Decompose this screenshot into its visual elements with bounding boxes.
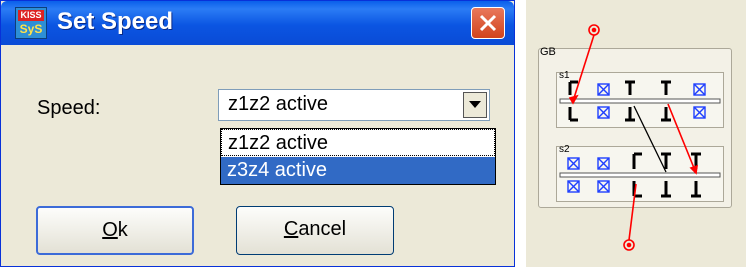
speed-select[interactable]: z1z2 active: [218, 89, 490, 121]
speed-label: Speed:: [37, 97, 101, 119]
dialog-title: Set Speed: [57, 8, 174, 35]
set-speed-dialog: KISS SyS Set Speed Speed: z1z2 active z1…: [0, 0, 515, 267]
app-icon-bottom-text: SyS: [19, 22, 43, 36]
ok-button[interactable]: Ok: [36, 206, 194, 255]
close-button[interactable]: [471, 7, 505, 39]
speed-dropdown-list: z1z2 active z3z4 active: [220, 128, 496, 185]
dropdown-option-z1z2[interactable]: z1z2 active: [221, 129, 495, 156]
cancel-label-rest: ancel: [298, 218, 347, 240]
kisssys-app-icon: KISS SyS: [15, 7, 47, 39]
power-flow-path: [568, 24, 698, 251]
speed-select-value: z1z2 active: [228, 93, 329, 115]
cancel-button[interactable]: Cancel: [236, 206, 394, 255]
dropdown-arrow-button[interactable]: [463, 92, 487, 118]
gearbox-schematic: GB s1 s2: [526, 0, 746, 267]
close-icon: [479, 14, 497, 32]
chevron-down-icon: [469, 101, 481, 108]
gearbox-drawing: [559, 24, 721, 251]
app-icon-top-text: KISS: [18, 10, 44, 21]
gear-mesh-line: [633, 105, 667, 173]
ok-mnemonic: O: [102, 219, 118, 241]
cancel-mnemonic: C: [283, 218, 299, 240]
dropdown-option-z3z4[interactable]: z3z4 active: [221, 157, 495, 184]
ok-label-rest: k: [117, 219, 128, 241]
title-bar[interactable]: KISS SyS Set Speed: [1, 1, 514, 45]
